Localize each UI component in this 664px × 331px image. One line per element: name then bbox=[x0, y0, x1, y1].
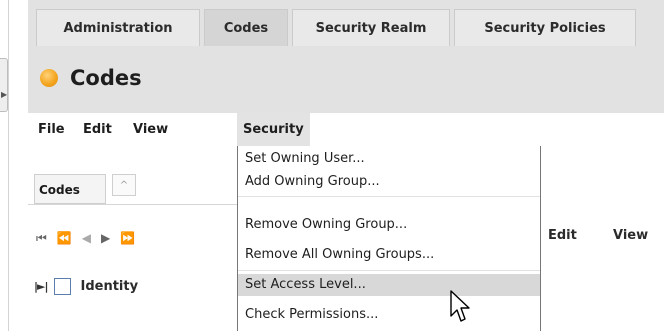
panel-expand-handle[interactable] bbox=[0, 58, 8, 112]
column-header-identity[interactable]: Identity bbox=[81, 279, 139, 294]
codes-panel-tab[interactable]: Codes bbox=[34, 174, 106, 204]
menu-item-add-owning-group[interactable]: Add Owning Group... bbox=[238, 171, 540, 193]
menubar: File Edit View Security bbox=[28, 113, 664, 147]
menu-separator bbox=[238, 270, 540, 271]
next-icon[interactable]: ▶ bbox=[101, 231, 110, 245]
menu-file[interactable]: File bbox=[38, 113, 65, 147]
last-page-icon[interactable]: ⏩ bbox=[120, 231, 135, 245]
mouse-pointer-icon bbox=[450, 290, 470, 322]
tab-security-policies[interactable]: Security Policies bbox=[454, 9, 636, 46]
column-resize-icon[interactable]: |►| bbox=[34, 280, 48, 293]
menu-security[interactable]: Security bbox=[237, 113, 310, 147]
tab-administration[interactable]: Administration bbox=[36, 9, 200, 46]
pager-controls: ⏮ ⏪ ◀ ▶ ⏩ bbox=[36, 228, 145, 248]
menu-separator bbox=[238, 196, 540, 197]
menu-item-remove-all-owning-groups[interactable]: Remove All Owning Groups... bbox=[238, 244, 540, 266]
panel-divider bbox=[28, 204, 240, 205]
menu-item-remove-owning-group[interactable]: Remove Owning Group... bbox=[238, 214, 540, 236]
select-all-checkbox[interactable] bbox=[53, 277, 71, 295]
toolbar-edit[interactable]: Edit bbox=[548, 228, 577, 243]
security-dropdown-menu: Set Owning User... Add Owning Group... R… bbox=[237, 146, 541, 331]
prev-icon[interactable]: ◀ bbox=[82, 231, 91, 245]
collapse-up-icon[interactable]: ^ bbox=[112, 174, 136, 196]
menu-item-check-permissions[interactable]: Check Permissions... bbox=[238, 304, 540, 326]
menu-edit[interactable]: Edit bbox=[83, 113, 112, 147]
tab-codes[interactable]: Codes bbox=[204, 9, 288, 46]
table-header-row: |►| Identity bbox=[34, 275, 138, 297]
expand-arrow-icon[interactable]: ▶ bbox=[1, 90, 7, 99]
page-title: Codes bbox=[70, 66, 142, 90]
first-page-icon[interactable]: ⏮ bbox=[36, 231, 47, 246]
page-title-row: Codes bbox=[40, 58, 142, 98]
menu-view[interactable]: View bbox=[133, 113, 168, 147]
toolbar-view[interactable]: View bbox=[613, 228, 648, 243]
menu-item-set-access-level[interactable]: Set Access Level... bbox=[238, 274, 540, 296]
menu-item-set-owning-user[interactable]: Set Owning User... bbox=[238, 148, 540, 170]
tab-security-realm[interactable]: Security Realm bbox=[292, 9, 450, 46]
orange-dot-icon bbox=[40, 69, 58, 87]
left-edge-panel bbox=[0, 0, 9, 331]
prev-page-icon[interactable]: ⏪ bbox=[57, 231, 72, 245]
